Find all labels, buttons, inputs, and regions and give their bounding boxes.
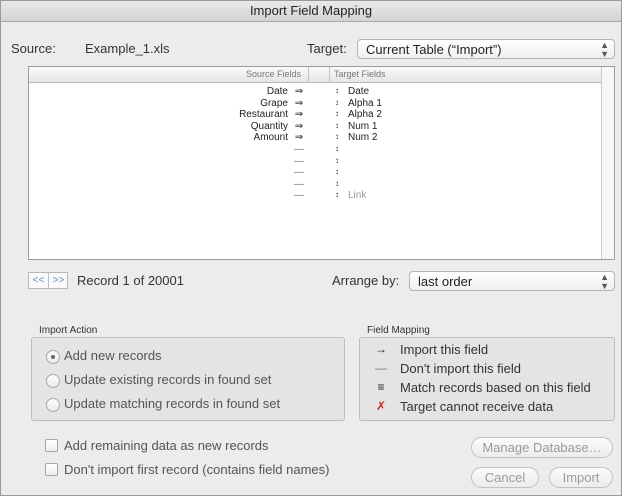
- field-mapping-legend: → Import this field — Don't import this …: [359, 337, 615, 421]
- import-button[interactable]: Import: [549, 467, 613, 488]
- target-fields-header: Target Fields: [334, 69, 386, 79]
- import-arrow-icon[interactable]: ⇒: [291, 121, 307, 132]
- target-field-name: Link: [348, 190, 367, 202]
- prev-record-button[interactable]: <<: [29, 273, 49, 288]
- import-field-mapping-window: Import Field Mapping Source: Example_1.x…: [0, 0, 622, 496]
- source-file: Example_1.xls: [85, 41, 170, 56]
- arrange-label: Arrange by:: [332, 273, 400, 288]
- option-update-existing-label: Update existing records in found set: [64, 372, 272, 387]
- import-arrow-icon[interactable]: ⇒: [291, 86, 307, 97]
- table-row[interactable]: Quantity ⇒ ↕ Num 1: [29, 121, 601, 132]
- radio-update-matching[interactable]: [46, 398, 60, 412]
- reorder-handle-icon[interactable]: ↕: [333, 166, 341, 177]
- reorder-handle-icon[interactable]: ↕: [333, 189, 341, 200]
- radio-add-new[interactable]: [46, 350, 60, 364]
- import-action-group: Add new records Update existing records …: [31, 337, 345, 421]
- reorder-handle-icon[interactable]: ↕: [333, 108, 341, 119]
- arrange-popup[interactable]: last order ▲ ▼: [409, 271, 615, 291]
- source-field-name: Amount: [253, 132, 288, 144]
- reorder-handle-icon[interactable]: ↕: [333, 85, 341, 96]
- option-update-matching-label: Update matching records in found set: [64, 396, 281, 411]
- source-fields-header: Source Fields: [245, 69, 301, 79]
- dont-import-dash-icon[interactable]: —: [291, 144, 307, 155]
- add-remaining-label: Add remaining data as new records: [64, 438, 269, 453]
- import-action-title: Import Action: [39, 325, 98, 336]
- equals-match-icon: ≡: [377, 380, 385, 394]
- option-add-new-label: Add new records: [64, 348, 162, 363]
- dont-import-first-checkbox[interactable]: [45, 463, 58, 476]
- field-mapping-title: Field Mapping: [367, 325, 430, 336]
- window-title: Import Field Mapping: [1, 1, 621, 22]
- legend-cannot-receive-text: Target cannot receive data: [400, 399, 554, 414]
- target-label: Target:: [307, 41, 347, 56]
- table-row[interactable]: — ↕: [29, 144, 601, 155]
- reorder-handle-icon[interactable]: ↕: [333, 97, 341, 108]
- manage-database-button[interactable]: Manage Database…: [471, 437, 613, 458]
- import-arrow-icon[interactable]: ⇒: [291, 109, 307, 120]
- arrange-popup-value: last order: [418, 274, 473, 289]
- list-header: Source Fields Target Fields: [29, 67, 614, 83]
- add-remaining-checkbox[interactable]: [45, 439, 58, 452]
- dash-icon: —: [375, 361, 387, 375]
- reorder-handle-icon[interactable]: ↕: [333, 178, 341, 189]
- target-popup[interactable]: Current Table (“Import”) ▲ ▼: [357, 39, 615, 59]
- import-arrow-icon[interactable]: ⇒: [291, 132, 307, 143]
- table-row[interactable]: — ↕: [29, 167, 601, 178]
- dont-import-dash-icon[interactable]: —: [291, 179, 307, 190]
- target-field-name: Alpha 1: [348, 97, 382, 109]
- column-separator: [308, 67, 309, 82]
- next-record-button[interactable]: >>: [49, 273, 68, 288]
- table-row[interactable]: Date ⇒ ↕ Date: [29, 86, 601, 97]
- dont-import-dash-icon[interactable]: —: [291, 167, 307, 178]
- source-label: Source:: [11, 41, 56, 56]
- target-field-name: Date: [348, 86, 370, 97]
- table-row[interactable]: — ↕: [29, 156, 601, 167]
- target-field-name: Alpha 2: [348, 109, 382, 121]
- popup-arrows-icon: ▲ ▼: [600, 40, 609, 59]
- source-field-name: Date: [266, 86, 288, 97]
- target-field-name: Num 2: [348, 132, 378, 144]
- reorder-handle-icon[interactable]: ↕: [333, 120, 341, 131]
- legend-dont-import-text: Don't import this field: [400, 361, 521, 376]
- import-arrow-icon: →: [375, 342, 387, 356]
- dont-import-dash-icon[interactable]: —: [291, 156, 307, 167]
- red-x-icon: ✗: [375, 399, 387, 413]
- import-arrow-icon[interactable]: ⇒: [291, 98, 307, 109]
- source-field-name: Quantity: [250, 120, 288, 132]
- legend-import-text: Import this field: [400, 342, 489, 357]
- reorder-handle-icon[interactable]: ↕: [333, 143, 341, 154]
- radio-update-existing[interactable]: [46, 374, 60, 388]
- table-row[interactable]: Amount ⇒ ↕ Num 2: [29, 132, 601, 143]
- field-mapping-list[interactable]: Source Fields Target Fields Date ⇒ ↕ Date Gr…: [28, 66, 615, 260]
- table-row[interactable]: — ↕ Link: [29, 190, 601, 201]
- dont-import-first-label: Don't import first record (contains fiel…: [64, 462, 330, 477]
- reorder-handle-icon[interactable]: ↕: [333, 155, 341, 166]
- record-counter: Record 1 of 20001: [77, 273, 184, 288]
- legend-match-text: Match records based on this field: [400, 380, 591, 395]
- cancel-button[interactable]: Cancel: [471, 467, 539, 488]
- dont-import-dash-icon[interactable]: —: [291, 190, 307, 201]
- source-field-name: Restaurant: [239, 109, 288, 121]
- table-row[interactable]: Restaurant ⇒ ↕ Alpha 2: [29, 109, 601, 120]
- column-separator: [329, 67, 330, 82]
- popup-arrows-icon: ▲ ▼: [600, 272, 609, 291]
- table-row[interactable]: Grape ⇒ ↕ Alpha 1: [29, 98, 601, 109]
- target-field-name: Num 1: [348, 120, 378, 132]
- target-popup-value: Current Table (“Import”): [366, 42, 502, 57]
- record-nav: << >>: [28, 272, 68, 289]
- reorder-handle-icon[interactable]: ↕: [333, 131, 341, 142]
- table-row[interactable]: — ↕: [29, 179, 601, 190]
- source-field-name: Grape: [260, 97, 288, 109]
- list-scrollbar[interactable]: [601, 67, 614, 259]
